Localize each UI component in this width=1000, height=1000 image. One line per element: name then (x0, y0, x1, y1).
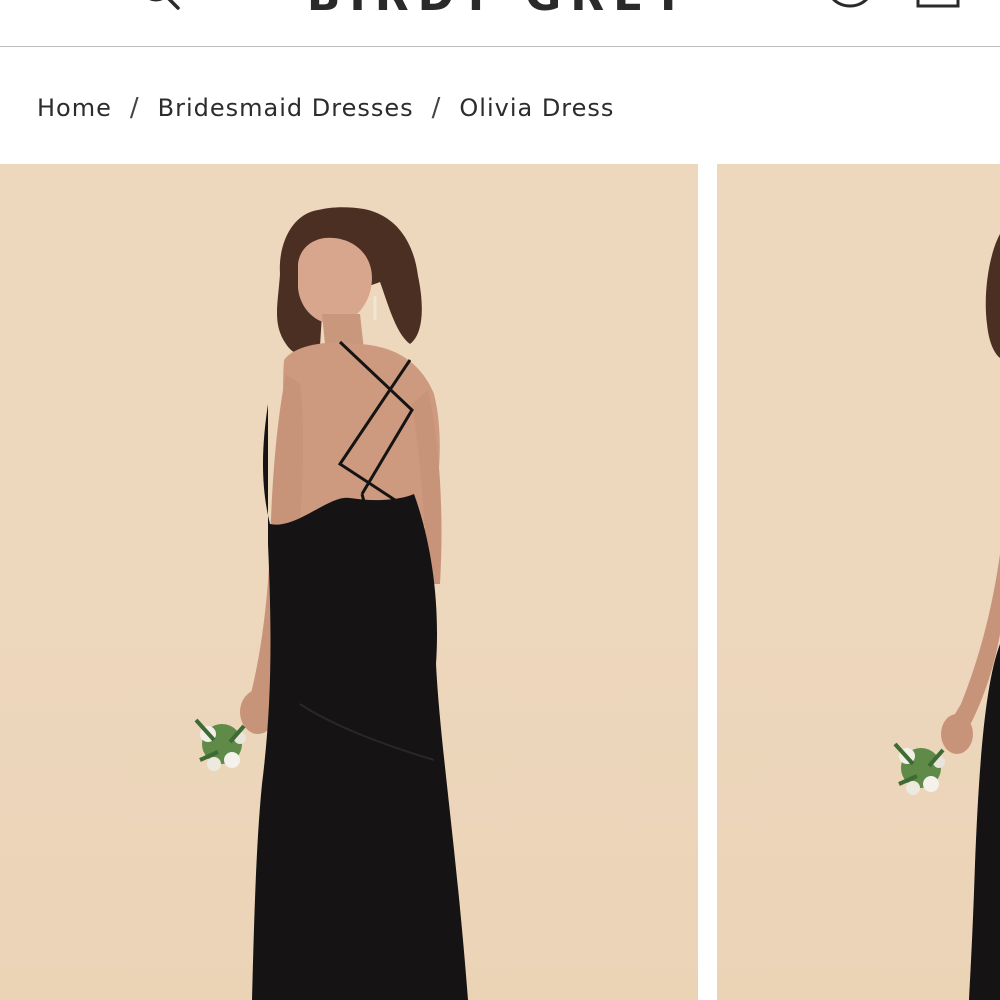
bouquet-icon (893, 742, 945, 795)
bag-icon[interactable] (910, 0, 966, 10)
product-image-back-view[interactable] (0, 164, 698, 1000)
bouquet-icon (194, 718, 246, 771)
breadcrumb: Home / Bridesmaid Dresses / Olivia Dress (37, 90, 614, 126)
breadcrumb-home[interactable]: Home (37, 94, 112, 122)
breadcrumb-bridesmaid-dresses[interactable]: Bridesmaid Dresses (158, 94, 414, 122)
breadcrumb-separator: / (431, 93, 442, 123)
product-image-side-view[interactable] (717, 164, 1000, 1000)
breadcrumb-current-page: Olivia Dress (459, 94, 615, 122)
account-icon[interactable] (822, 0, 878, 12)
site-header: BIRDY GREY (0, 0, 1000, 47)
breadcrumb-separator: / (129, 93, 140, 123)
product-gallery[interactable] (0, 164, 1000, 1000)
